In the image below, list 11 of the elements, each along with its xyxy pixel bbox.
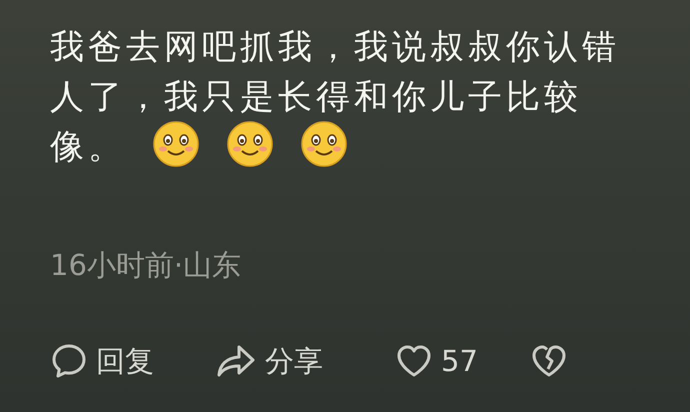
share-button[interactable]: 分享 [215,340,323,383]
reply-button[interactable]: 回复 [50,340,154,383]
comment-text: 像。 [50,126,126,169]
like-button[interactable]: 57 [395,340,478,383]
heart-icon [395,343,433,380]
smiley-icon [152,120,200,168]
comment-meta: 16小时前·山东 [50,247,242,284]
smiley-icon [300,120,348,168]
smiley-icon [226,120,274,168]
speech-bubble-icon [50,342,88,380]
comment-text: 我爸去网吧抓我，我说叔叔你认错人了，我只是长得和你儿子比较 [50,26,621,119]
